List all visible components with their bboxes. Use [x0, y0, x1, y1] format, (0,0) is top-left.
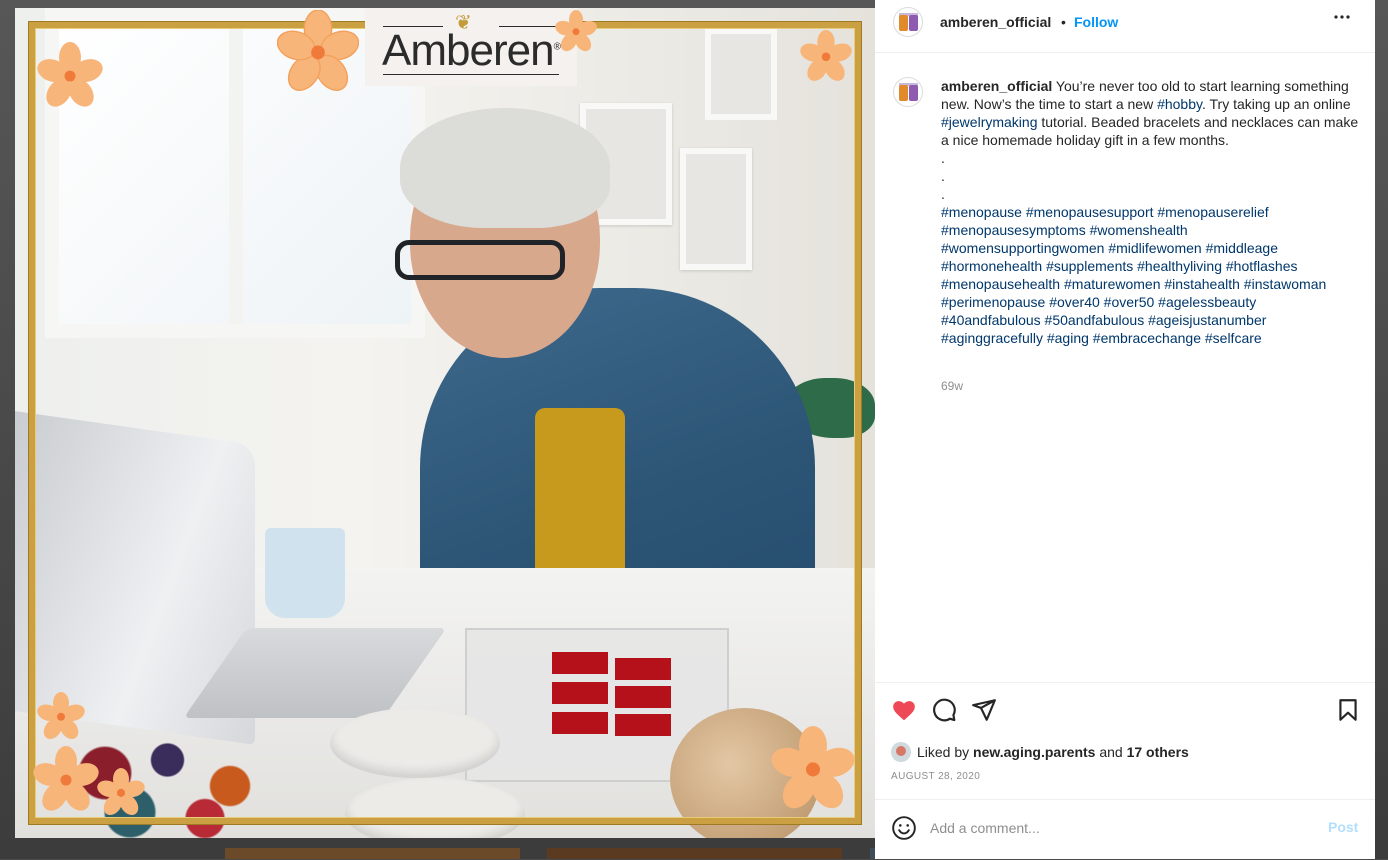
- hashtag-link[interactable]: #maturewomen: [1064, 276, 1161, 292]
- likes-summary: Liked by new.aging.parents and 17 others: [891, 742, 1189, 762]
- post-header: amberen_official • Follow: [875, 0, 1375, 53]
- post-caption: amberen_official You’re never too old to…: [941, 77, 1361, 347]
- comment-input[interactable]: [930, 817, 1310, 839]
- profile-avatar[interactable]: [893, 7, 923, 37]
- hashtag-link[interactable]: #agelessbeauty: [1158, 294, 1256, 310]
- liked-by-and: and: [1095, 744, 1127, 760]
- hashtag-link[interactable]: #menopauserelief: [1157, 204, 1268, 220]
- gold-frame: [29, 22, 861, 824]
- hashtag-link[interactable]: #50andfabulous: [1045, 312, 1145, 328]
- liked-by-user-link[interactable]: new.aging.parents: [973, 744, 1095, 760]
- smiley-icon[interactable]: [891, 815, 917, 841]
- hashtag-link[interactable]: #40andfabulous: [941, 312, 1041, 328]
- header-username[interactable]: amberen_official: [940, 14, 1051, 30]
- hashtag-link[interactable]: #hobby: [1157, 96, 1202, 112]
- flower-icon: [555, 10, 597, 52]
- hashtag-link[interactable]: #womensupportingwomen: [941, 240, 1104, 256]
- hashtag-link[interactable]: #embracechange: [1093, 330, 1201, 346]
- dot-line: .: [941, 150, 945, 166]
- hashtag-link[interactable]: #menopause: [941, 204, 1022, 220]
- liked-by-prefix: Liked by: [917, 744, 974, 760]
- flower-icon: [97, 768, 145, 816]
- flower-icon: [33, 746, 99, 811]
- flower-icon: [800, 30, 852, 81]
- hashtag-link[interactable]: #menopausesymptoms: [941, 222, 1086, 238]
- more-options-icon[interactable]: [1333, 8, 1351, 32]
- separator-dot: •: [1061, 14, 1066, 30]
- hashtag-link[interactable]: #hormonehealth: [941, 258, 1042, 274]
- comment-icon[interactable]: [931, 697, 957, 723]
- flower-icon: [277, 10, 359, 91]
- flower-icon: [771, 726, 855, 809]
- flower-icon: [37, 42, 103, 107]
- hashtag-link[interactable]: #middleage: [1206, 240, 1278, 256]
- hashtag-link[interactable]: #selfcare: [1205, 330, 1262, 346]
- hashtag-link[interactable]: #midlifewomen: [1108, 240, 1201, 256]
- paper-plane-icon[interactable]: [971, 697, 997, 723]
- hashtag-list: #menopause #menopausesupport #menopauser…: [941, 203, 1361, 347]
- hashtag-link[interactable]: #hotflashes: [1226, 258, 1298, 274]
- logo-text: Amberen: [382, 26, 555, 75]
- liker-avatar[interactable]: [891, 742, 911, 762]
- caption-dots: . . .: [941, 149, 1361, 203]
- hashtag-link[interactable]: #instawoman: [1244, 276, 1327, 292]
- ellipsis-icon: [1334, 15, 1350, 19]
- comment-bar: Post: [875, 799, 1375, 860]
- hashtag-link[interactable]: #aging: [1047, 330, 1089, 346]
- caption-avatar[interactable]: [893, 77, 923, 107]
- post-date[interactable]: AUGUST 28, 2020: [891, 771, 980, 782]
- caption-text: . Try taking up an online: [1201, 96, 1351, 112]
- hashtag-link[interactable]: #perimenopause: [941, 294, 1045, 310]
- caption-timestamp[interactable]: 69w: [941, 379, 963, 393]
- brand-logo: ❦ Amberen®: [365, 8, 577, 86]
- post-details-panel: amberen_official • Follow amberen_offici…: [875, 0, 1375, 859]
- post-image[interactable]: ❦ Amberen®: [15, 8, 875, 838]
- liked-by-others-link[interactable]: 17 others: [1127, 744, 1189, 760]
- hashtag-link[interactable]: #instahealth: [1164, 276, 1240, 292]
- caption-username[interactable]: amberen_official: [941, 78, 1052, 94]
- hashtag-link[interactable]: #jewelrymaking: [941, 114, 1037, 130]
- hashtag-link[interactable]: #over50: [1104, 294, 1155, 310]
- action-bar: Liked by new.aging.parents and 17 others…: [875, 682, 1375, 803]
- hashtag-link[interactable]: #ageisjustanumber: [1148, 312, 1266, 328]
- post-comment-button[interactable]: Post: [1328, 819, 1358, 835]
- bookmark-icon[interactable]: [1335, 697, 1361, 723]
- hashtag-link[interactable]: #menopausehealth: [941, 276, 1060, 292]
- hashtag-link[interactable]: #supplements: [1046, 258, 1133, 274]
- hashtag-link[interactable]: #womenshealth: [1090, 222, 1188, 238]
- flower-icon: [37, 692, 85, 740]
- background-thumbnail: [225, 848, 520, 859]
- hashtag-link[interactable]: #menopausesupport: [1026, 204, 1154, 220]
- hashtag-link[interactable]: #healthyliving: [1137, 258, 1222, 274]
- follow-button[interactable]: Follow: [1074, 14, 1118, 30]
- hashtag-link[interactable]: #aginggracefully: [941, 330, 1043, 346]
- background-thumbnail: [547, 848, 842, 859]
- dot-line: .: [941, 186, 945, 202]
- hashtag-link[interactable]: #over40: [1049, 294, 1100, 310]
- heart-filled-icon[interactable]: [891, 697, 917, 723]
- dot-line: .: [941, 168, 945, 184]
